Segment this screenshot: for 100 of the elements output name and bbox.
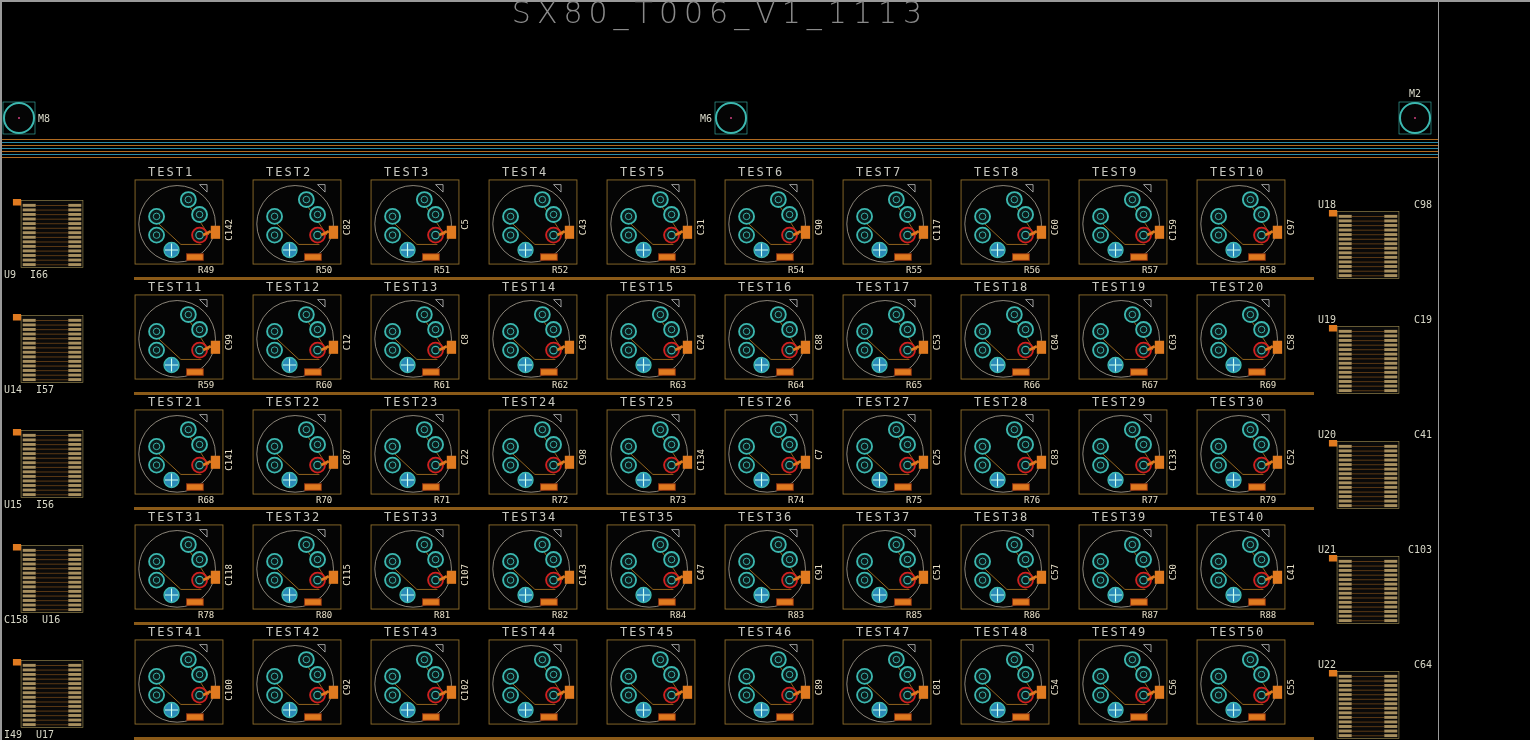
capacitor-label: C39 <box>578 334 588 351</box>
capacitor-label: C159 <box>1168 219 1178 241</box>
reference-label: I49 <box>4 729 23 740</box>
capacitor-label: C31 <box>696 219 706 236</box>
socket-label: TEST49 <box>1091 625 1148 639</box>
capacitor-label: C50 <box>1168 564 1178 581</box>
socket-label: TEST6 <box>737 165 785 179</box>
reference-label: C158 <box>4 614 29 625</box>
resistor-label: R70 <box>316 495 333 505</box>
resistor-label: R57 <box>1142 265 1159 275</box>
capacitor-label: C117 <box>932 219 942 241</box>
socket-label: TEST37 <box>855 510 912 524</box>
resistor-label: R83 <box>788 610 805 620</box>
capacitor-label: C54 <box>1050 679 1060 696</box>
capacitor-label: C55 <box>1286 679 1296 696</box>
resistor-label: R85 <box>906 610 923 620</box>
capacitor-label: C52 <box>1286 449 1296 466</box>
resistor-label: R78 <box>198 610 215 620</box>
capacitor-label: C57 <box>1050 564 1060 581</box>
capacitor-label: C25 <box>932 449 942 466</box>
resistor-label: R79 <box>1260 495 1277 505</box>
resistor-label: R50 <box>316 265 333 275</box>
resistor-label: R59 <box>198 380 215 390</box>
socket-label: TEST50 <box>1209 625 1266 639</box>
capacitor-label: C141 <box>224 449 234 471</box>
capacitor-label: C98 <box>1413 199 1432 210</box>
capacitor-label: C24 <box>696 334 706 351</box>
capacitor-label: C60 <box>1050 219 1060 236</box>
capacitor-label: C90 <box>814 219 824 236</box>
reference-label: U22 <box>1318 659 1337 670</box>
resistor-label: R77 <box>1142 495 1159 505</box>
capacitor-label: C82 <box>342 219 352 236</box>
socket-label: TEST18 <box>973 280 1030 294</box>
socket-label: TEST8 <box>973 165 1021 179</box>
capacitor-label: C89 <box>814 679 824 696</box>
socket-label: TEST39 <box>1091 510 1148 524</box>
socket-label: TEST29 <box>1091 395 1148 409</box>
reference-label: U16 <box>42 614 61 625</box>
resistor-label: R82 <box>552 610 569 620</box>
capacitor-label: C91 <box>814 564 824 581</box>
capacitor-label: C7 <box>814 449 824 460</box>
resistor-label: R63 <box>670 380 687 390</box>
resistor-label: R62 <box>552 380 569 390</box>
socket-label: TEST19 <box>1091 280 1148 294</box>
capacitor-label: C12 <box>342 334 352 351</box>
capacitor-label: C103 <box>1407 544 1432 555</box>
hole-label: M8 <box>38 112 51 124</box>
capacitor-label: C41 <box>1286 564 1296 581</box>
socket-label: TEST11 <box>147 280 204 294</box>
socket-label: TEST38 <box>973 510 1030 524</box>
socket-label: TEST14 <box>501 280 558 294</box>
socket-label: TEST21 <box>147 395 204 409</box>
socket-label: TEST17 <box>855 280 912 294</box>
capacitor-label: C83 <box>1050 449 1060 466</box>
socket-label: TEST40 <box>1209 510 1266 524</box>
capacitor-label: C143 <box>578 564 588 586</box>
reference-label: U9 <box>4 269 17 280</box>
socket-label: TEST43 <box>383 625 440 639</box>
resistor-label: R67 <box>1142 380 1159 390</box>
capacitor-label: C115 <box>342 564 352 586</box>
socket-label: TEST34 <box>501 510 558 524</box>
capacitor-label: C87 <box>342 449 352 466</box>
resistor-label: R71 <box>434 495 451 505</box>
reference-label: U18 <box>1318 199 1337 210</box>
resistor-label: R68 <box>198 495 215 505</box>
capacitor-label: C47 <box>696 564 706 581</box>
capacitor-label: C51 <box>932 564 942 581</box>
resistor-label: R49 <box>198 265 215 275</box>
capacitor-label: C100 <box>224 679 234 701</box>
socket-label: TEST35 <box>619 510 676 524</box>
reference-label: U21 <box>1318 544 1337 555</box>
capacitor-label: C92 <box>342 679 352 696</box>
resistor-label: R64 <box>788 380 805 390</box>
resistor-label: R72 <box>552 495 569 505</box>
capacitor-label: C19 <box>1413 314 1432 325</box>
socket-label: TEST47 <box>855 625 912 639</box>
socket-label: TEST3 <box>383 165 431 179</box>
capacitor-label: C58 <box>1286 334 1296 351</box>
resistor-label: R56 <box>1024 265 1041 275</box>
resistor-label: R74 <box>788 495 805 505</box>
capacitor-label: C81 <box>932 679 942 696</box>
resistor-label: R84 <box>670 610 687 620</box>
capacitor-label: C97 <box>1286 219 1296 236</box>
resistor-label: R55 <box>906 265 923 275</box>
resistor-label: R75 <box>906 495 923 505</box>
capacitor-label: C88 <box>814 334 824 351</box>
resistor-label: R51 <box>434 265 451 275</box>
socket-label: TEST23 <box>383 395 440 409</box>
socket-label: TEST27 <box>855 395 912 409</box>
socket-label: TEST31 <box>147 510 204 524</box>
socket-label: TEST30 <box>1209 395 1266 409</box>
socket-label: TEST25 <box>619 395 676 409</box>
socket-label: TEST13 <box>383 280 440 294</box>
socket-label: TEST12 <box>265 280 322 294</box>
resistor-label: R81 <box>434 610 451 620</box>
socket-label: TEST5 <box>619 165 667 179</box>
socket-label: TEST20 <box>1209 280 1266 294</box>
resistor-label: R58 <box>1260 265 1277 275</box>
socket-label: TEST7 <box>855 165 903 179</box>
reference-label: U20 <box>1318 429 1337 440</box>
